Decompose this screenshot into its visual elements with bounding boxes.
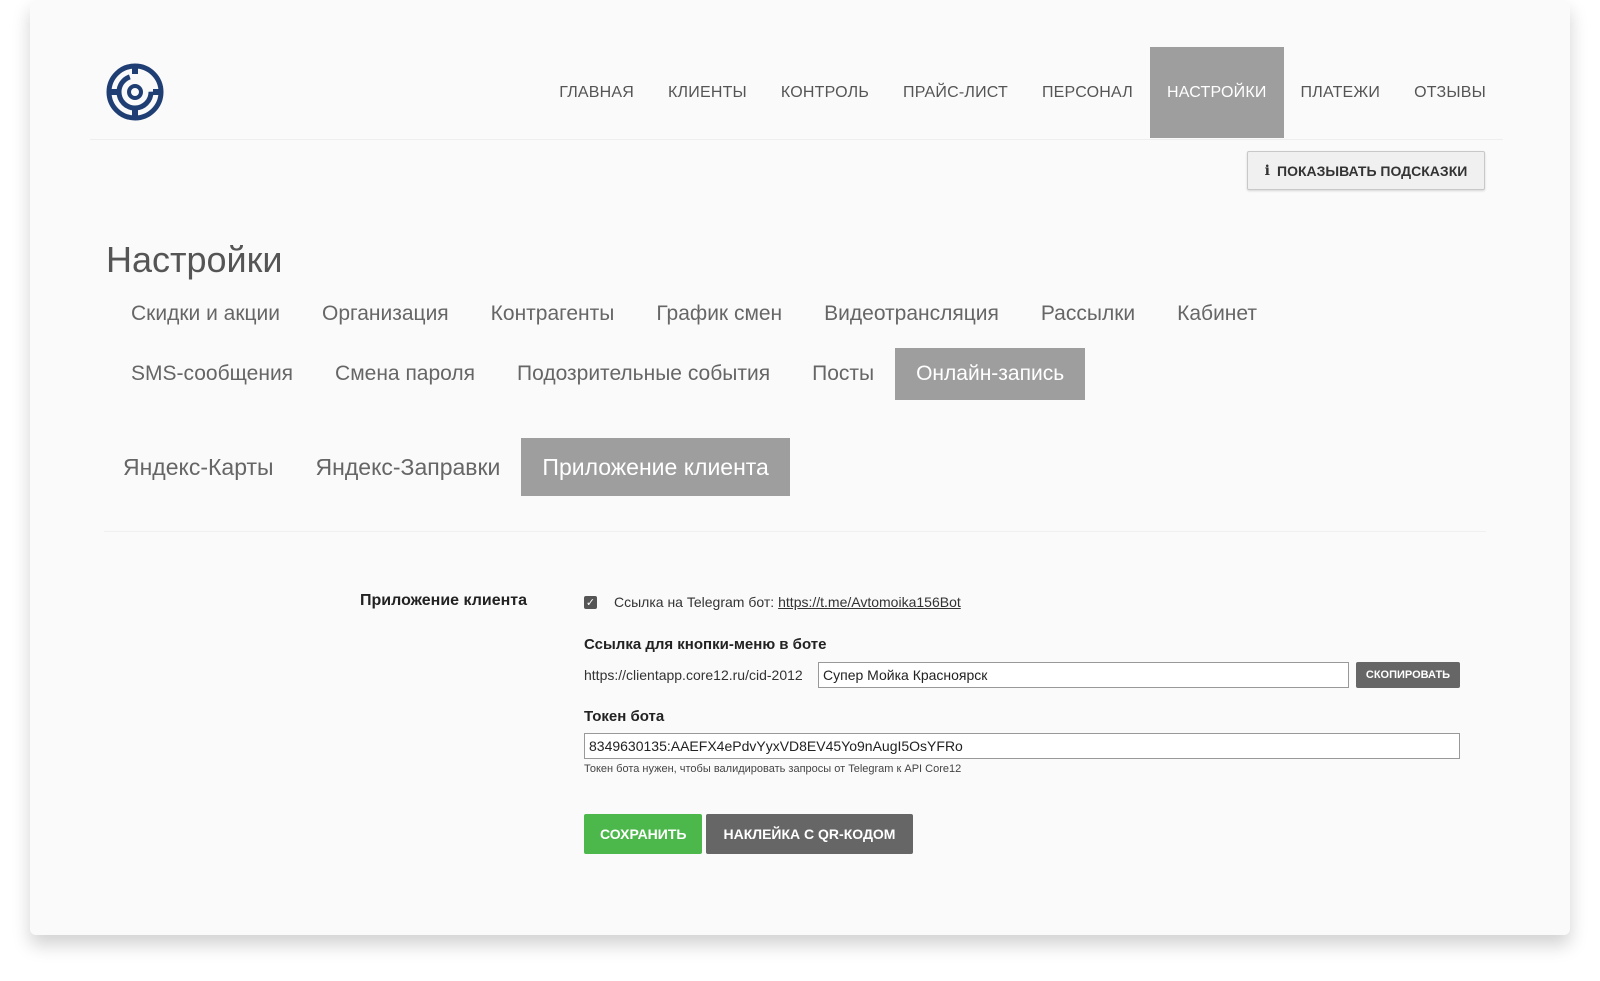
main-nav: ГЛАВНАЯ КЛИЕНТЫ КОНТРОЛЬ ПРАЙС-ЛИСТ ПЕРС… (542, 47, 1503, 138)
info-icon: i (1264, 162, 1270, 179)
menu-link-input[interactable] (818, 662, 1349, 688)
nav-item-payments[interactable]: ПЛАТЕЖИ (1284, 47, 1398, 138)
qr-sticker-button[interactable]: НАКЛЕЙКА С QR-КОДОМ (706, 814, 913, 854)
nav-item-reviews[interactable]: ОТЗЫВЫ (1397, 47, 1503, 138)
nav-item-settings[interactable]: НАСТРОЙКИ (1149, 47, 1284, 138)
nav-item-clients[interactable]: КЛИЕНТЫ (651, 47, 764, 138)
show-hints-label: ПОКАЗЫВАТЬ ПОДСКАЗКИ (1277, 162, 1468, 179)
menu-link-label: Ссылка для кнопки-меню в боте (584, 636, 827, 653)
menu-link-row: https://clientapp.core12.ru/cid-2012 СКО… (584, 662, 1460, 688)
tab-cabinet[interactable]: Кабинет (1156, 288, 1278, 340)
token-label: Токен бота (584, 708, 665, 725)
tab-suspicious-events[interactable]: Подозрительные события (496, 348, 791, 400)
show-hints-button[interactable]: i ПОКАЗЫВАТЬ ПОДСКАЗКИ (1247, 151, 1485, 190)
menu-link-prefix: https://clientapp.core12.ru/cid-2012 (584, 667, 803, 683)
nav-item-home[interactable]: ГЛАВНАЯ (542, 47, 651, 138)
tab-password-change[interactable]: Смена пароля (314, 348, 496, 400)
tab-contractors[interactable]: Контрагенты (470, 288, 636, 340)
form-actions: СОХРАНИТЬ НАКЛЕЙКА С QR-КОДОМ (584, 814, 913, 854)
subtab-client-app[interactable]: Приложение клиента (521, 438, 790, 496)
tab-organization[interactable]: Организация (301, 288, 470, 340)
tab-posts[interactable]: Посты (791, 348, 895, 400)
nav-item-staff[interactable]: ПЕРСОНАЛ (1025, 47, 1150, 138)
nav-item-pricelist[interactable]: ПРАЙС-ЛИСТ (886, 47, 1025, 138)
tab-sms[interactable]: SMS-сообщения (110, 348, 314, 400)
copy-button[interactable]: СКОПИРОВАТЬ (1356, 662, 1460, 688)
subtab-yandex-maps[interactable]: Яндекс-Карты (102, 438, 295, 496)
tab-video-stream[interactable]: Видеотрансляция (803, 288, 1020, 340)
token-input[interactable] (584, 733, 1460, 759)
token-hint: Токен бота нужен, чтобы валидировать зап… (584, 763, 962, 775)
telegram-checkbox[interactable]: ✓ (584, 595, 597, 609)
settings-tabs-row-2: SMS-сообщения Смена пароля Подозрительны… (110, 348, 1086, 400)
save-button[interactable]: СОХРАНИТЬ (584, 814, 702, 854)
tab-discounts[interactable]: Скидки и акции (110, 288, 301, 340)
section-label: Приложение клиента (360, 592, 527, 609)
tab-shift-schedule[interactable]: График смен (635, 288, 803, 340)
sub-tabs: Яндекс-Карты Яндекс-Заправки Приложение … (102, 438, 790, 496)
subtab-yandex-fuel[interactable]: Яндекс-Заправки (295, 438, 522, 496)
page-title: Настройки (106, 239, 283, 281)
telegram-row: ✓ Ссылка на Telegram бот: https://t.me/A… (584, 594, 961, 610)
logo-icon[interactable] (105, 62, 165, 122)
telegram-text: Ссылка на Telegram бот: (614, 594, 775, 610)
telegram-link[interactable]: https://t.me/Avtomoika156Bot (778, 594, 961, 610)
tab-online-booking[interactable]: Онлайн-запись (895, 348, 1086, 400)
nav-item-control[interactable]: КОНТРОЛЬ (764, 47, 886, 138)
settings-tabs-row-1: Скидки и акции Организация Контрагенты Г… (110, 288, 1278, 340)
tab-mailings[interactable]: Рассылки (1020, 288, 1156, 340)
